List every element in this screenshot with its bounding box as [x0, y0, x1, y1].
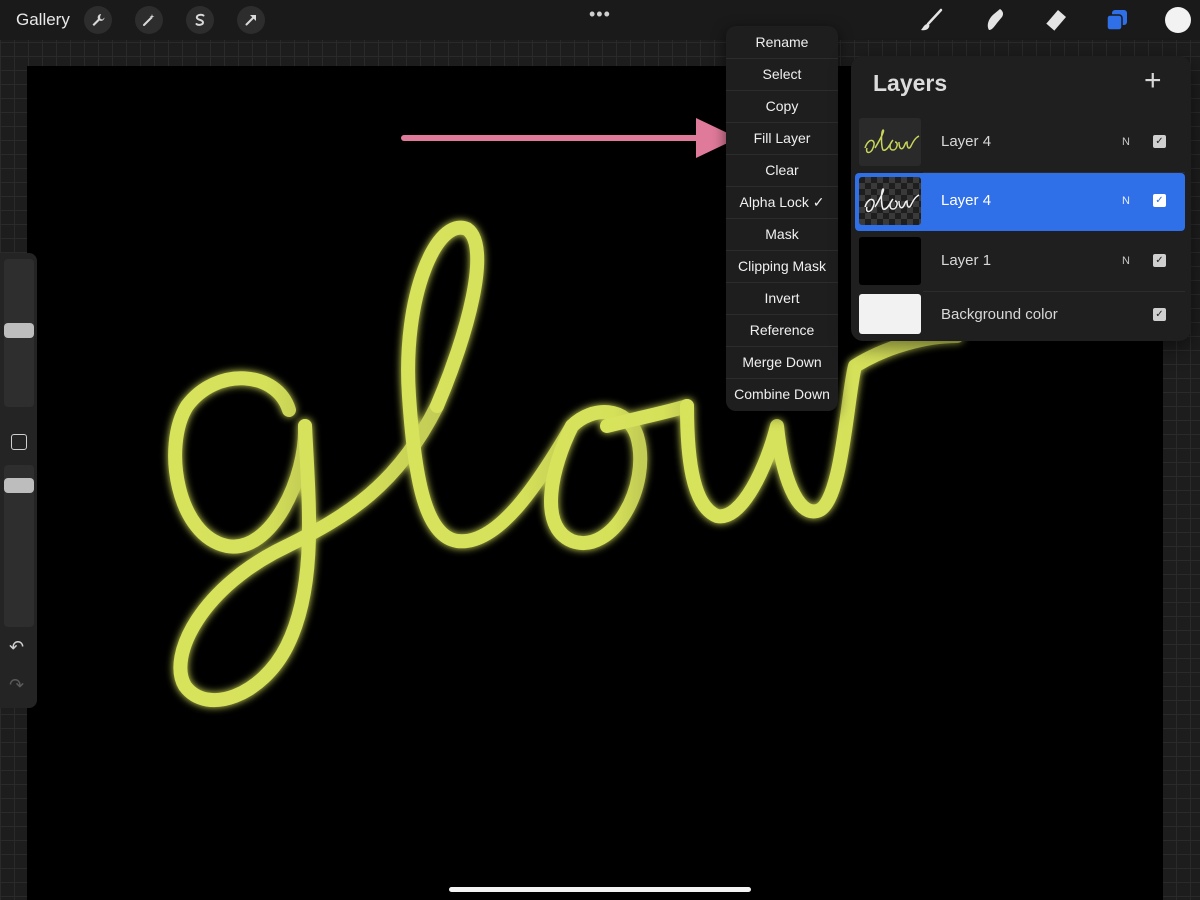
transform-arrow-icon[interactable]: [237, 6, 265, 34]
layer-name: Layer 4: [941, 133, 992, 150]
checkmark-icon: ✓: [1155, 308, 1164, 320]
menu-item-fill-layer[interactable]: Fill Layer: [726, 122, 838, 155]
checkmark-icon: ✓: [1155, 254, 1164, 266]
menu-item-copy[interactable]: Copy: [726, 90, 838, 123]
color-picker-swatch[interactable]: [1165, 7, 1191, 33]
layer-thumbnail: [859, 177, 921, 225]
more-options-icon[interactable]: •••: [589, 4, 611, 25]
layer-thumbnail: [859, 237, 921, 285]
menu-item-invert[interactable]: Invert: [726, 282, 838, 315]
redo-icon[interactable]: ↷: [9, 675, 24, 696]
eraser-icon[interactable]: [1042, 6, 1070, 34]
visibility-checkbox[interactable]: ✓: [1153, 308, 1166, 321]
layer-row-selected[interactable]: Layer 4 N ✓: [855, 173, 1185, 231]
visibility-checkbox[interactable]: ✓: [1153, 254, 1166, 267]
blend-mode-button[interactable]: N: [1122, 195, 1130, 207]
add-layer-button[interactable]: +: [1144, 66, 1162, 96]
blend-mode-button[interactable]: N: [1122, 255, 1130, 267]
opacity-handle[interactable]: [4, 478, 34, 493]
wrench-icon[interactable]: [84, 6, 112, 34]
menu-item-reference[interactable]: Reference: [726, 314, 838, 347]
checkmark-icon: ✓: [1155, 194, 1164, 206]
annotation-arrow: [401, 118, 738, 158]
layer-name: Layer 4: [941, 192, 992, 209]
layer-row[interactable]: Layer 1 N ✓: [855, 233, 1185, 291]
layer-row[interactable]: Layer 4 N ✓: [855, 114, 1185, 172]
layer-name: Layer 1: [941, 252, 992, 269]
layer-row-background[interactable]: Background color ✓: [855, 286, 1185, 338]
menu-item-merge-down[interactable]: Merge Down: [726, 346, 838, 379]
home-indicator[interactable]: [449, 887, 751, 892]
layers-panel: Layers + Layer 4 N ✓ Layer 4 N ✓ Layer 1…: [851, 56, 1191, 341]
menu-item-clear[interactable]: Clear: [726, 154, 838, 187]
menu-item-select[interactable]: Select: [726, 58, 838, 91]
blend-mode-button[interactable]: N: [1122, 136, 1130, 148]
brush-icon[interactable]: [918, 6, 946, 34]
menu-item-mask[interactable]: Mask: [726, 218, 838, 251]
top-toolbar: Gallery •••: [0, 0, 1200, 40]
layers-panel-title: Layers: [873, 70, 948, 96]
magic-wand-icon[interactable]: [135, 6, 163, 34]
checkmark-icon: ✓: [1155, 135, 1164, 147]
layer-options-menu: Rename Select Copy Fill Layer Clear Alph…: [726, 26, 838, 411]
gallery-button[interactable]: Gallery: [16, 10, 70, 30]
menu-item-alpha-lock[interactable]: Alpha Lock ✓: [726, 186, 838, 219]
menu-item-rename[interactable]: Rename: [726, 26, 838, 59]
visibility-checkbox[interactable]: ✓: [1153, 135, 1166, 148]
layer-thumbnail: [859, 118, 921, 166]
menu-item-combine-down[interactable]: Combine Down: [726, 378, 838, 410]
layers-icon[interactable]: [1103, 6, 1131, 34]
background-color-swatch[interactable]: [859, 294, 921, 334]
selection-s-icon[interactable]: [186, 6, 214, 34]
left-sidebar: ↶ ↷: [0, 253, 37, 708]
undo-icon[interactable]: ↶: [9, 637, 24, 658]
menu-item-clipping-mask[interactable]: Clipping Mask: [726, 250, 838, 283]
layer-name: Background color: [941, 306, 1058, 323]
modify-button[interactable]: [11, 434, 27, 450]
smudge-icon[interactable]: [980, 6, 1008, 34]
visibility-checkbox[interactable]: ✓: [1153, 194, 1166, 207]
brush-size-handle[interactable]: [4, 323, 34, 338]
